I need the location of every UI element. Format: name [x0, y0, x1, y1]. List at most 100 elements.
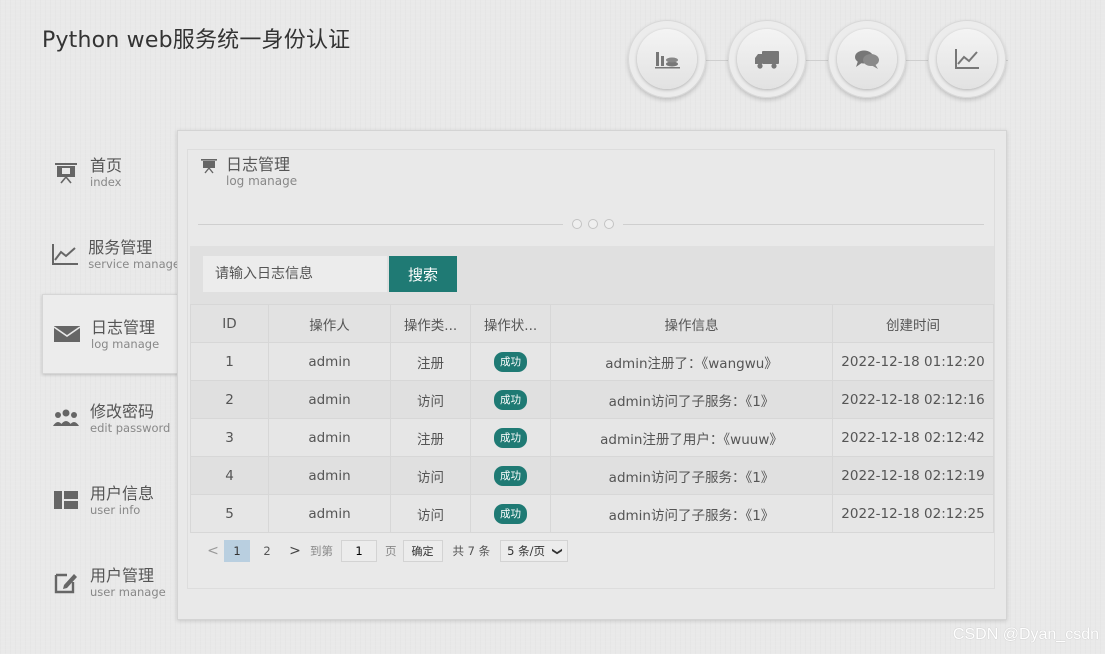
page-size-select[interactable]: 5 条/页 ❯ [500, 540, 569, 562]
cell-time: 2022-12-18 02:12:16 [832, 380, 994, 419]
cell-time: 2022-12-18 02:12:42 [832, 418, 994, 457]
goto-label: 到第 [310, 544, 333, 558]
column-header-status[interactable]: 操作状... [470, 304, 551, 343]
top-nav-coins-button[interactable] [628, 20, 706, 98]
column-header-time[interactable]: 创建时间 [832, 304, 994, 343]
cell-status: 成功 [470, 494, 551, 533]
panel-subtitle: log manage [226, 174, 298, 188]
sidebar-item-edit-password[interactable]: 修改密码 edit password [42, 378, 180, 458]
table-row: 5 admin 访问 成功 admin访问了子服务：《1》 2022-12-18… [190, 494, 994, 533]
sidebar-item-label: 日志管理 [91, 317, 156, 337]
cell-info: admin注册了：《wangwu》 [550, 342, 833, 381]
cell-id: 2 [190, 380, 269, 419]
status-badge: 成功 [494, 389, 527, 410]
top-nav [628, 18, 1008, 102]
cell-id: 5 [190, 494, 269, 533]
table-row: 4 admin 访问 成功 admin访问了子服务：《1》 2022-12-18… [190, 456, 994, 495]
cell-type: 访问 [390, 456, 471, 495]
cell-status: 成功 [470, 418, 551, 457]
cell-type: 访问 [390, 380, 471, 419]
cell-id: 1 [190, 342, 269, 381]
column-header-id[interactable]: ID [190, 304, 269, 343]
table-row: 3 admin 注册 成功 admin注册了用户：《wuuw》 2022-12-… [190, 418, 994, 457]
column-header-type[interactable]: 操作类... [390, 304, 471, 343]
search-bar: 搜索 [190, 246, 994, 304]
line-chart-icon [51, 242, 79, 266]
truck-icon [755, 51, 779, 69]
column-header-operator[interactable]: 操作人 [268, 304, 391, 343]
sidebar-item-sublabel: edit password [90, 420, 171, 435]
log-table: ID 操作人 操作类... 操作状... 操作信息 创建时间 1 admin 注… [190, 304, 994, 533]
next-page-button[interactable]: > [284, 543, 306, 559]
envelope-icon [52, 322, 82, 346]
status-badge: 成功 [494, 465, 527, 486]
table-row: 1 admin 注册 成功 admin注册了：《wangwu》 2022-12-… [190, 342, 994, 381]
divider-dots [563, 217, 623, 231]
cell-id: 4 [190, 456, 269, 495]
search-button[interactable]: 搜索 [389, 256, 457, 292]
sidebar-item-label: 用户信息 [90, 483, 155, 503]
cell-status: 成功 [470, 380, 551, 419]
cell-status: 成功 [470, 342, 551, 381]
sidebar-item-label: 服务管理 [88, 237, 153, 257]
panel-header: 日志管理 log manage [200, 156, 297, 188]
sidebar-item-sublabel: index [90, 174, 122, 189]
sidebar-item-label: 修改密码 [90, 401, 155, 421]
prev-page-button[interactable]: < [202, 543, 224, 559]
cell-time: 2022-12-18 02:12:25 [832, 494, 994, 533]
sidebar-item-sublabel: user info [90, 502, 141, 517]
presentation-icon [201, 159, 217, 174]
divider-dot [588, 219, 598, 229]
cell-type: 注册 [390, 342, 471, 381]
cell-id: 3 [190, 418, 269, 457]
users-icon [51, 406, 81, 430]
table-row: 2 admin 访问 成功 admin访问了子服务：《1》 2022-12-18… [190, 380, 994, 419]
status-badge: 成功 [494, 503, 527, 524]
column-header-info[interactable]: 操作信息 [550, 304, 833, 343]
sidebar-item-user-info[interactable]: 用户信息 user info [42, 460, 180, 540]
presentation-icon [51, 160, 81, 184]
cell-time: 2022-12-18 01:12:20 [832, 342, 994, 381]
cell-type: 注册 [390, 418, 471, 457]
sidebar-item-log-manage[interactable]: 日志管理 log manage [42, 294, 182, 374]
sidebar-item-user-manage[interactable]: 用户管理 user manage [42, 542, 180, 622]
cell-info: admin访问了子服务：《1》 [550, 380, 833, 419]
goto-confirm-button[interactable]: 确定 [402, 540, 443, 562]
table-header-row: ID 操作人 操作类... 操作状... 操作信息 创建时间 [190, 304, 994, 343]
panel-content: 日志管理 log manage 搜索 ID 操作人 操作类... 操作状... … [187, 149, 995, 589]
sidebar-item-index[interactable]: 首页 index [42, 132, 180, 212]
log-manage-panel: 日志管理 log manage 搜索 ID 操作人 操作类... 操作状... … [177, 130, 1007, 620]
total-count: 共 7 条 [452, 544, 491, 558]
pagination: < 1 2 > 到第 页 确定 共 7 条 5 条/页 ❯ [202, 538, 569, 564]
cell-info: admin注册了用户：《wuuw》 [550, 418, 833, 457]
goto-page-input[interactable] [341, 540, 377, 562]
chat-bubbles-icon [855, 50, 879, 69]
cell-info: admin访问了子服务：《1》 [550, 494, 833, 533]
edit-icon [51, 570, 81, 594]
panel-title: 日志管理 [226, 155, 291, 174]
coins-chart-icon [655, 52, 680, 69]
divider-dot [572, 219, 582, 229]
page-size-value: 5 条/页 [507, 544, 545, 558]
chevron-down-icon: ❯ [551, 546, 563, 556]
top-nav-chat-button[interactable] [828, 20, 906, 98]
status-badge: 成功 [494, 427, 527, 448]
page-unit-label: 页 [385, 544, 397, 558]
top-nav-chart-button[interactable] [928, 20, 1006, 98]
sidebar-item-service-manage[interactable]: 服务管理 service manage [42, 214, 180, 294]
app-title: Python web服务统一身份认证 [42, 28, 351, 53]
cell-operator: admin [268, 494, 391, 533]
page-button-2[interactable]: 2 [254, 540, 280, 562]
page-button-1[interactable]: 1 [224, 540, 250, 562]
top-nav-truck-button[interactable] [728, 20, 806, 98]
line-chart-icon [955, 49, 979, 69]
cell-type: 访问 [390, 494, 471, 533]
cell-operator: admin [268, 380, 391, 419]
grid-icon [51, 488, 81, 512]
search-input[interactable] [203, 256, 387, 292]
cell-info: admin访问了子服务：《1》 [550, 456, 833, 495]
watermark: CSDN @Dyan_csdn [952, 626, 1099, 643]
sidebar-item-sublabel: log manage [91, 336, 160, 351]
sidebar-item-label: 首页 [90, 155, 123, 175]
sidebar-item-label: 用户管理 [90, 565, 155, 585]
